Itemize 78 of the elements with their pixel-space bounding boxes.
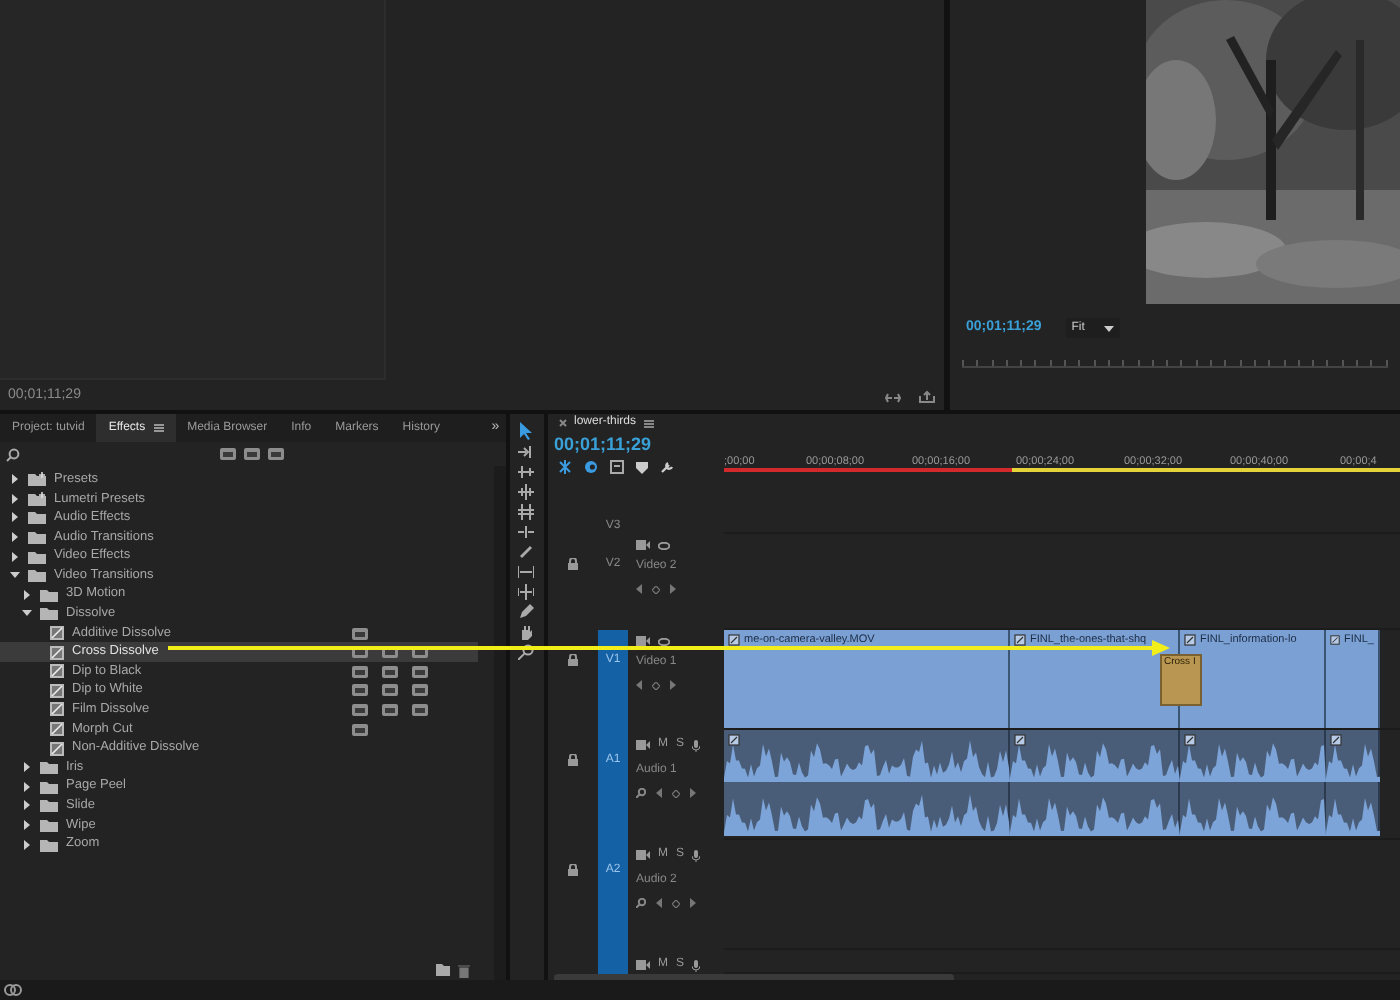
zoom-icon[interactable] xyxy=(518,644,535,660)
camera-icon[interactable] xyxy=(636,850,650,860)
lock-icon[interactable] xyxy=(568,558,578,570)
microphone-icon[interactable] xyxy=(692,849,701,861)
add-marker-icon[interactable] xyxy=(610,460,624,474)
transition-icon xyxy=(50,645,64,660)
fx-badge-icon xyxy=(1330,634,1341,647)
track-select-icon[interactable] xyxy=(518,444,535,460)
transition-icon xyxy=(50,626,64,641)
audio-clip[interactable] xyxy=(1180,730,1326,836)
keyframe-icon[interactable] xyxy=(672,789,680,797)
slip-icon[interactable] xyxy=(518,564,535,580)
transition-icon xyxy=(50,683,64,698)
next-keyframe-icon[interactable] xyxy=(670,584,676,594)
preset-folder-icon xyxy=(28,491,46,506)
transition-icon xyxy=(50,741,64,756)
expanded-icon[interactable] xyxy=(22,608,32,619)
slide-icon[interactable] xyxy=(518,584,535,600)
audio-clip[interactable] xyxy=(724,730,1010,836)
camera-icon[interactable] xyxy=(636,740,650,750)
trash-icon[interactable] xyxy=(457,963,470,977)
eye-icon[interactable] xyxy=(658,541,670,549)
accelerated-effects-icon xyxy=(220,448,236,460)
pen-icon[interactable] xyxy=(518,604,535,620)
fx-badge-icon xyxy=(1014,634,1026,647)
keyframe-icon[interactable] xyxy=(652,681,660,689)
ripple-edit-icon[interactable] xyxy=(518,464,535,480)
search-icon[interactable] xyxy=(6,447,20,461)
bit-depth-icon xyxy=(244,448,260,460)
marker-icon[interactable] xyxy=(636,461,648,473)
caret-icon xyxy=(1104,325,1115,331)
keyframe-icon[interactable] xyxy=(672,899,680,907)
linked-selection-icon[interactable] xyxy=(584,460,598,474)
hand-icon[interactable] xyxy=(518,624,535,640)
status-icon[interactable] xyxy=(4,984,22,996)
microphone-icon[interactable] xyxy=(692,739,701,751)
audio-clip[interactable] xyxy=(1326,730,1380,836)
arrow-icon[interactable] xyxy=(518,422,535,440)
close-icon[interactable] xyxy=(558,418,568,428)
next-keyframe-icon[interactable] xyxy=(670,680,676,690)
previous-keyframe-icon[interactable] xyxy=(656,788,662,798)
previous-keyframe-icon[interactable] xyxy=(636,680,642,690)
fx-badge-icon xyxy=(728,634,740,647)
next-keyframe-icon[interactable] xyxy=(690,898,696,908)
lock-icon[interactable] xyxy=(568,754,578,766)
export-icon[interactable] xyxy=(918,389,936,403)
transition-icon xyxy=(50,664,64,679)
fx-badge-icon xyxy=(1184,634,1196,647)
wrench-icon[interactable] xyxy=(660,460,674,474)
rate-stretch-icon[interactable] xyxy=(518,504,535,520)
transition-icon xyxy=(50,702,64,717)
camera-icon[interactable] xyxy=(636,960,650,970)
camera-icon[interactable] xyxy=(636,636,650,646)
lock-icon[interactable] xyxy=(568,654,578,666)
eye-icon[interactable] xyxy=(658,637,670,645)
transition-icon xyxy=(50,722,64,737)
track-target[interactable] xyxy=(598,950,628,974)
keyframe-icon[interactable] xyxy=(652,585,660,593)
camera-icon[interactable] xyxy=(636,540,650,550)
microphone-icon[interactable] xyxy=(692,959,701,971)
new-folder-icon[interactable] xyxy=(435,964,450,976)
snap-icon[interactable] xyxy=(558,460,572,474)
razor-icon[interactable] xyxy=(518,544,535,560)
timecode-label: 00;01;11;29 xyxy=(554,434,654,456)
collapsed-icon[interactable] xyxy=(22,589,32,600)
preset-folder-icon xyxy=(28,472,46,487)
yuv-icon xyxy=(268,448,284,460)
lock-icon[interactable] xyxy=(568,864,578,876)
previous-keyframe-icon[interactable] xyxy=(636,584,642,594)
menu-icon[interactable] xyxy=(644,419,655,427)
menu-icon[interactable] xyxy=(153,424,164,432)
previous-keyframe-icon[interactable] xyxy=(656,898,662,908)
split-icon[interactable] xyxy=(518,524,535,540)
export-frame-icon[interactable] xyxy=(884,389,902,403)
next-keyframe-icon[interactable] xyxy=(690,788,696,798)
expanded-icon[interactable] xyxy=(10,570,20,581)
audio-clip[interactable] xyxy=(1010,730,1180,836)
rolling-edit-icon[interactable] xyxy=(518,484,535,500)
